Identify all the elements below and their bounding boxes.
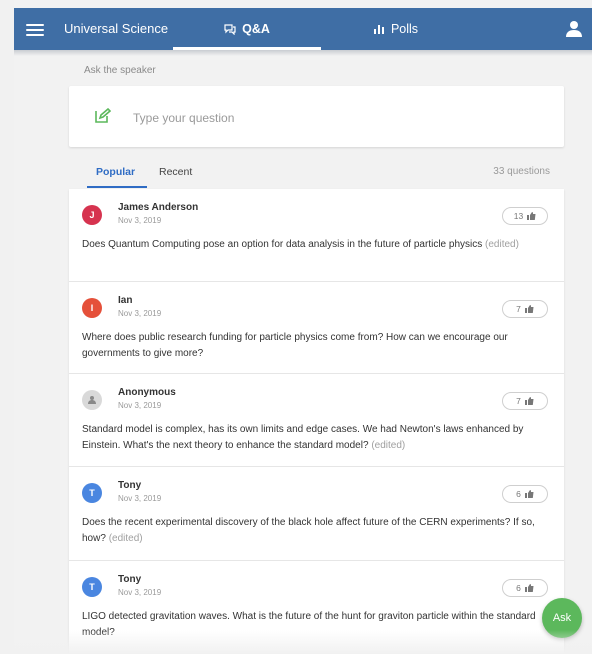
tab-polls[interactable]: Polls xyxy=(321,8,471,50)
sort-tab-recent[interactable]: Recent xyxy=(159,166,192,178)
question-input[interactable] xyxy=(131,106,535,130)
question-composer[interactable] xyxy=(69,86,564,147)
avatar: T xyxy=(82,483,102,503)
avatar: T xyxy=(82,577,102,597)
like-count: 6 xyxy=(516,583,521,593)
bar-chart-icon xyxy=(373,24,385,34)
user-profile-icon[interactable] xyxy=(566,20,582,38)
question-author: Anonymous xyxy=(118,387,176,398)
person-icon xyxy=(88,396,96,404)
like-button[interactable]: 6 xyxy=(502,485,548,503)
question-text: LIGO detected gravitation waves. What is… xyxy=(82,611,536,638)
thumbs-up-icon xyxy=(524,584,534,592)
edit-question-icon xyxy=(95,107,112,128)
like-button[interactable]: 7 xyxy=(502,392,548,410)
question-text: Does Quantum Computing pose an option fo… xyxy=(82,239,519,250)
top-bar: Universal Science Q&A Polls xyxy=(14,8,592,50)
question-item: J James Anderson Nov 3, 2019 13 Does Qua… xyxy=(69,189,564,282)
ask-button[interactable]: Ask xyxy=(542,598,582,638)
thumbs-up-icon xyxy=(527,212,536,220)
app-page: Universal Science Q&A Polls Ask the spea… xyxy=(14,0,592,654)
question-item: Anonymous Nov 3, 2019 7 Standard model i… xyxy=(69,374,564,467)
question-date: Nov 3, 2019 xyxy=(118,588,162,597)
hamburger-menu-icon[interactable] xyxy=(26,21,44,37)
ask-section-label: Ask the speaker xyxy=(84,65,156,76)
like-count: 6 xyxy=(516,489,521,499)
question-item: T Tony Nov 3, 2019 6 Does the recent exp… xyxy=(69,467,564,561)
tab-qa-label: Q&A xyxy=(242,22,270,36)
like-button[interactable]: 7 xyxy=(502,300,548,318)
sort-tab-popular[interactable]: Popular xyxy=(96,166,135,178)
like-count: 13 xyxy=(513,211,524,221)
question-date: Nov 3, 2019 xyxy=(118,494,162,503)
question-text: Where does public research funding for p… xyxy=(82,332,508,359)
thumbs-up-icon xyxy=(524,305,534,313)
thumbs-up-icon xyxy=(524,490,534,498)
question-author: Tony xyxy=(118,480,142,491)
question-date: Nov 3, 2019 xyxy=(118,401,162,410)
like-count: 7 xyxy=(516,396,521,406)
tab-polls-label: Polls xyxy=(390,22,419,36)
question-date: Nov 3, 2019 xyxy=(118,309,162,318)
event-title[interactable]: Universal Science xyxy=(64,21,168,36)
question-text: Does the recent experimental discovery o… xyxy=(82,517,535,544)
question-date: Nov 3, 2019 xyxy=(118,216,162,225)
like-count: 7 xyxy=(516,304,521,314)
sort-tabs: Popular Recent 33 questions xyxy=(69,160,564,188)
question-author: Tony xyxy=(118,574,142,585)
avatar: I xyxy=(82,298,102,318)
question-author: Ian xyxy=(118,295,133,306)
like-button[interactable]: 6 xyxy=(502,579,548,597)
question-item: I Ian Nov 3, 2019 7 Where does public re… xyxy=(69,282,564,374)
question-list: J James Anderson Nov 3, 2019 13 Does Qua… xyxy=(69,189,564,654)
question-author: James Anderson xyxy=(118,202,199,213)
like-button[interactable]: 13 xyxy=(502,207,548,225)
sort-active-indicator xyxy=(87,186,147,188)
tab-qa[interactable]: Q&A xyxy=(173,8,321,50)
question-item: T Tony Nov 3, 2019 6 LIGO detected gravi… xyxy=(69,561,564,654)
chat-bubbles-icon xyxy=(224,23,236,35)
avatar: J xyxy=(82,205,102,225)
question-text: Standard model is complex, has its own l… xyxy=(82,424,524,451)
anonymous-avatar xyxy=(82,390,102,410)
top-bar-shadow xyxy=(14,50,592,56)
thumbs-up-icon xyxy=(524,397,534,405)
question-count: 33 questions xyxy=(493,166,550,177)
